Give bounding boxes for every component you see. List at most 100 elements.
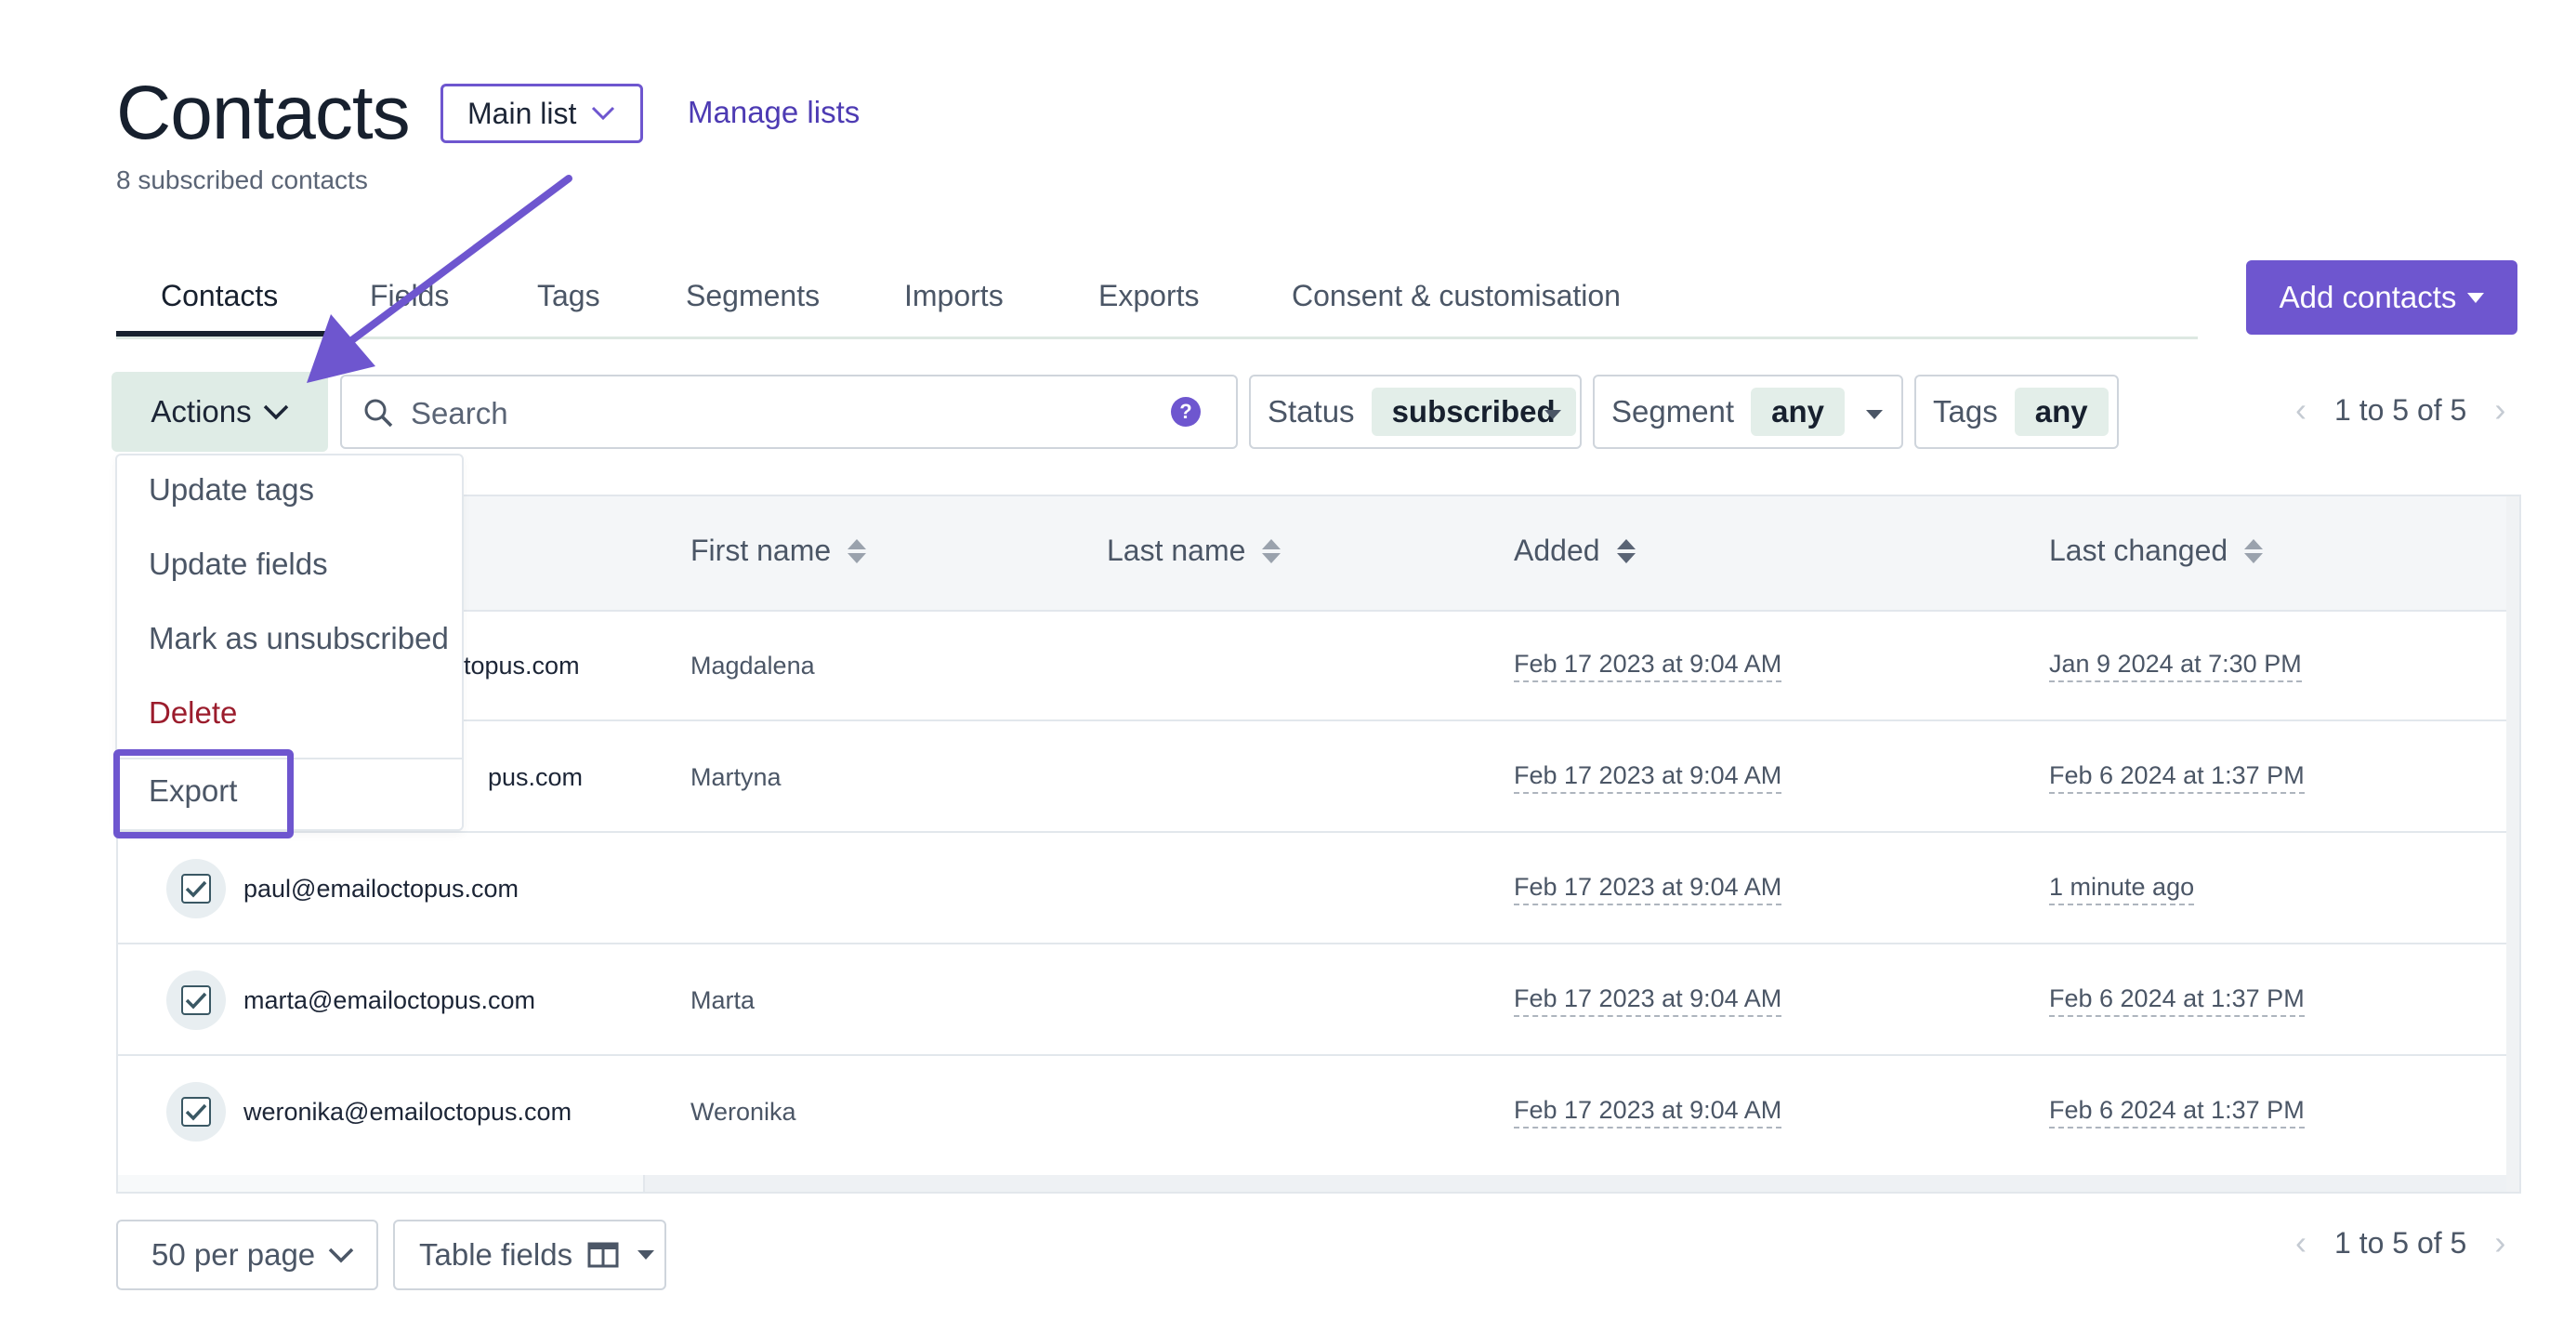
- tab-bar: Contacts Fields Tags Segments Imports Ex…: [116, 268, 2198, 339]
- last-changed-cell: Feb 6 2024 at 1:37 PM: [2049, 944, 2305, 1056]
- chevron-down-icon: [263, 404, 288, 420]
- per-page-select[interactable]: 50 per page: [116, 1220, 378, 1290]
- column-header-last-name[interactable]: Last name: [1107, 534, 1281, 568]
- table-header: First name Last name Added Last changed: [118, 496, 2519, 612]
- caret-down-icon: [1544, 410, 1561, 419]
- bottom-pagination: ‹ 1 to 5 of 5 ›: [2295, 1223, 2505, 1262]
- email-cell: paul@emailoctopus.com: [243, 874, 519, 903]
- page-title: Contacts: [116, 71, 411, 155]
- row-checkbox[interactable]: [166, 1082, 226, 1142]
- columns-icon: [587, 1242, 619, 1268]
- row-checkbox[interactable]: [166, 970, 226, 1030]
- added-date: Feb 17 2023 at 9:04 AM: [1514, 1096, 1782, 1129]
- search-input[interactable]: [409, 389, 1137, 438]
- last-changed-cell: Feb 6 2024 at 1:37 PM: [2049, 1056, 2305, 1168]
- last-changed-date: 1 minute ago: [2049, 873, 2195, 905]
- contacts-table: First name Last name Added Last changed …: [116, 495, 2521, 1194]
- vertical-scrollbar[interactable]: [2506, 496, 2519, 1192]
- last-changed-date: Jan 9 2024 at 7:30 PM: [2049, 650, 2302, 682]
- top-pagination: ‹ 1 to 5 of 5 ›: [2295, 390, 2505, 429]
- scrollbar-thumb[interactable]: [118, 1175, 645, 1192]
- added-date: Feb 17 2023 at 9:04 AM: [1514, 761, 1782, 794]
- status-filter-label: Status: [1268, 394, 1355, 429]
- tab-contacts[interactable]: Contacts: [161, 268, 278, 323]
- actions-label: Actions: [151, 394, 252, 429]
- last-changed-cell: Feb 6 2024 at 1:37 PM: [2049, 721, 2305, 833]
- last-changed-cell: 1 minute ago: [2049, 833, 2195, 944]
- column-header-last-changed[interactable]: Last changed: [2049, 534, 2264, 568]
- table-row[interactable]: weronika@emailoctopus.com Weronika Feb 1…: [118, 1056, 2506, 1168]
- added-date: Feb 17 2023 at 9:04 AM: [1514, 873, 1782, 905]
- table-fields-label: Table fields: [419, 1237, 573, 1272]
- menu-item-delete[interactable]: Delete: [149, 695, 237, 731]
- column-header-added[interactable]: Added: [1514, 534, 1636, 568]
- column-header-label: Added: [1514, 534, 1600, 567]
- column-header-label: First name: [690, 534, 832, 567]
- checkmark-icon: [185, 1103, 207, 1121]
- checkmark-icon: [185, 992, 207, 1010]
- added-cell: Feb 17 2023 at 9:04 AM: [1514, 721, 1782, 833]
- table-row[interactable]: paul@emailoctopus.com Feb 17 2023 at 9:0…: [118, 833, 2506, 944]
- menu-item-update-fields[interactable]: Update fields: [149, 547, 328, 582]
- pagination-text: 1 to 5 of 5: [2334, 392, 2467, 427]
- segment-filter-value: any: [1751, 388, 1845, 436]
- first-name-cell: Magdalena: [690, 651, 815, 680]
- previous-page-icon[interactable]: ‹: [2295, 1223, 2307, 1262]
- table-row[interactable]: pus.com Martyna Feb 17 2023 at 9:04 AM F…: [118, 721, 2506, 833]
- tags-filter[interactable]: Tags any: [1914, 375, 2119, 449]
- added-cell: Feb 17 2023 at 9:04 AM: [1514, 833, 1782, 944]
- horizontal-scrollbar[interactable]: [118, 1175, 2506, 1192]
- first-name-cell: Marta: [690, 985, 756, 1014]
- list-selector-label: Main list: [467, 96, 577, 130]
- previous-page-icon[interactable]: ‹: [2295, 390, 2307, 429]
- chevron-down-icon: [592, 106, 615, 121]
- tab-exports[interactable]: Exports: [1098, 268, 1199, 323]
- menu-item-mark-unsubscribed[interactable]: Mark as unsubscribed: [149, 621, 449, 656]
- chevron-down-icon: [328, 1247, 354, 1263]
- last-changed-date: Feb 6 2024 at 1:37 PM: [2049, 1096, 2305, 1129]
- caret-down-icon: [1866, 410, 1883, 419]
- email-cell: marta@emailoctopus.com: [243, 985, 536, 1014]
- subscribed-count: 8 subscribed contacts: [116, 165, 368, 194]
- last-changed-date: Feb 6 2024 at 1:37 PM: [2049, 761, 2305, 794]
- tab-segments[interactable]: Segments: [686, 268, 820, 323]
- checkmark-icon: [185, 880, 207, 898]
- list-selector[interactable]: Main list: [440, 84, 643, 143]
- tab-consent[interactable]: Consent & customisation: [1292, 268, 1621, 323]
- pagination-text: 1 to 5 of 5: [2334, 1225, 2467, 1260]
- status-filter[interactable]: Status subscribed: [1249, 375, 1582, 449]
- actions-button[interactable]: Actions: [112, 372, 328, 452]
- email-cell: pus.com: [488, 762, 584, 791]
- table-row[interactable]: marta@emailoctopus.com Marta Feb 17 2023…: [118, 944, 2506, 1056]
- tab-imports[interactable]: Imports: [904, 268, 1004, 323]
- sort-icon: [1262, 538, 1281, 563]
- export-highlight-box: [113, 749, 294, 838]
- next-page-icon[interactable]: ›: [2494, 1223, 2505, 1262]
- column-header-label: Last name: [1107, 534, 1246, 567]
- added-cell: Feb 17 2023 at 9:04 AM: [1514, 610, 1782, 721]
- last-changed-date: Feb 6 2024 at 1:37 PM: [2049, 984, 2305, 1017]
- help-icon[interactable]: ?: [1171, 397, 1201, 427]
- sort-icon: [1616, 538, 1636, 563]
- tags-filter-label: Tags: [1933, 394, 1998, 429]
- row-checkbox[interactable]: [166, 859, 226, 918]
- table-row[interactable]: topus.com Magdalena Feb 17 2023 at 9:04 …: [118, 610, 2506, 721]
- column-header-label: Last changed: [2049, 534, 2228, 567]
- segment-filter[interactable]: Segment any: [1593, 375, 1903, 449]
- tab-fields[interactable]: Fields: [370, 268, 449, 323]
- caret-down-icon: [2467, 292, 2485, 303]
- email-cell: topus.com: [464, 651, 580, 680]
- next-page-icon[interactable]: ›: [2494, 390, 2505, 429]
- manage-lists-link[interactable]: Manage lists: [688, 95, 860, 130]
- email-cell: weronika@emailoctopus.com: [243, 1097, 572, 1126]
- added-date: Feb 17 2023 at 9:04 AM: [1514, 650, 1782, 682]
- added-cell: Feb 17 2023 at 9:04 AM: [1514, 1056, 1782, 1168]
- menu-item-update-tags[interactable]: Update tags: [149, 472, 314, 508]
- added-cell: Feb 17 2023 at 9:04 AM: [1514, 944, 1782, 1056]
- table-fields-button[interactable]: Table fields: [393, 1220, 666, 1290]
- tags-filter-value: any: [2014, 388, 2109, 436]
- add-contacts-button[interactable]: Add contacts: [2246, 260, 2517, 335]
- column-header-first-name[interactable]: First name: [690, 534, 867, 568]
- tab-tags[interactable]: Tags: [537, 268, 600, 323]
- caret-down-icon: [637, 1250, 655, 1260]
